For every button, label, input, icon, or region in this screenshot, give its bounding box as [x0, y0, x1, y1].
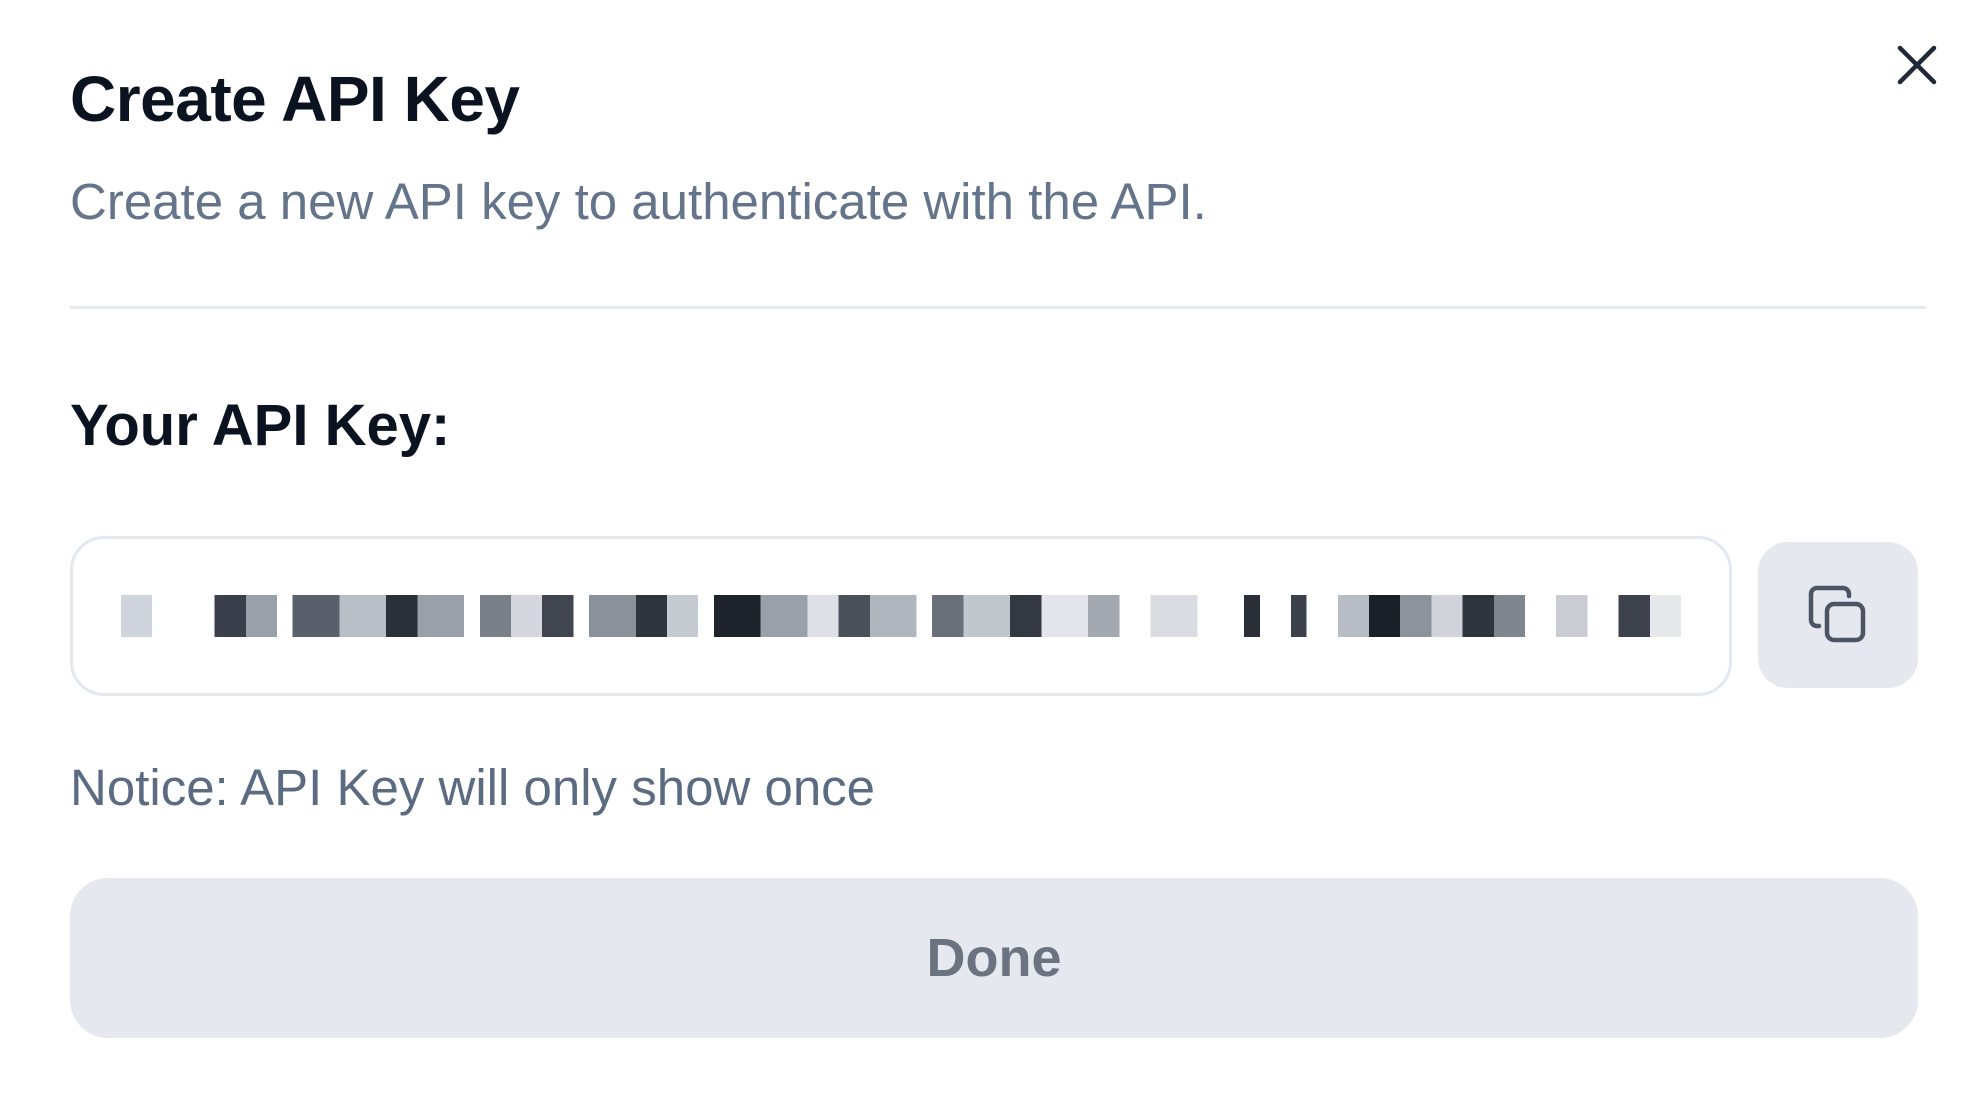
dialog-title: Create API Key	[70, 63, 520, 135]
divider	[70, 306, 1926, 309]
copy-icon	[1808, 585, 1866, 643]
api-key-value-redacted	[121, 595, 1681, 637]
done-button[interactable]: Done	[70, 878, 1918, 1038]
close-icon	[1897, 45, 1937, 85]
close-button[interactable]	[1890, 38, 1944, 92]
notice-text: Notice: API Key will only show once	[70, 759, 876, 816]
copy-button[interactable]	[1758, 542, 1918, 688]
api-key-field[interactable]	[70, 536, 1732, 696]
dialog-subtitle: Create a new API key to authenticate wit…	[70, 173, 1207, 230]
api-key-label: Your API Key:	[70, 393, 451, 458]
create-api-key-dialog: Create API Key Create a new API key to a…	[0, 0, 1988, 1100]
